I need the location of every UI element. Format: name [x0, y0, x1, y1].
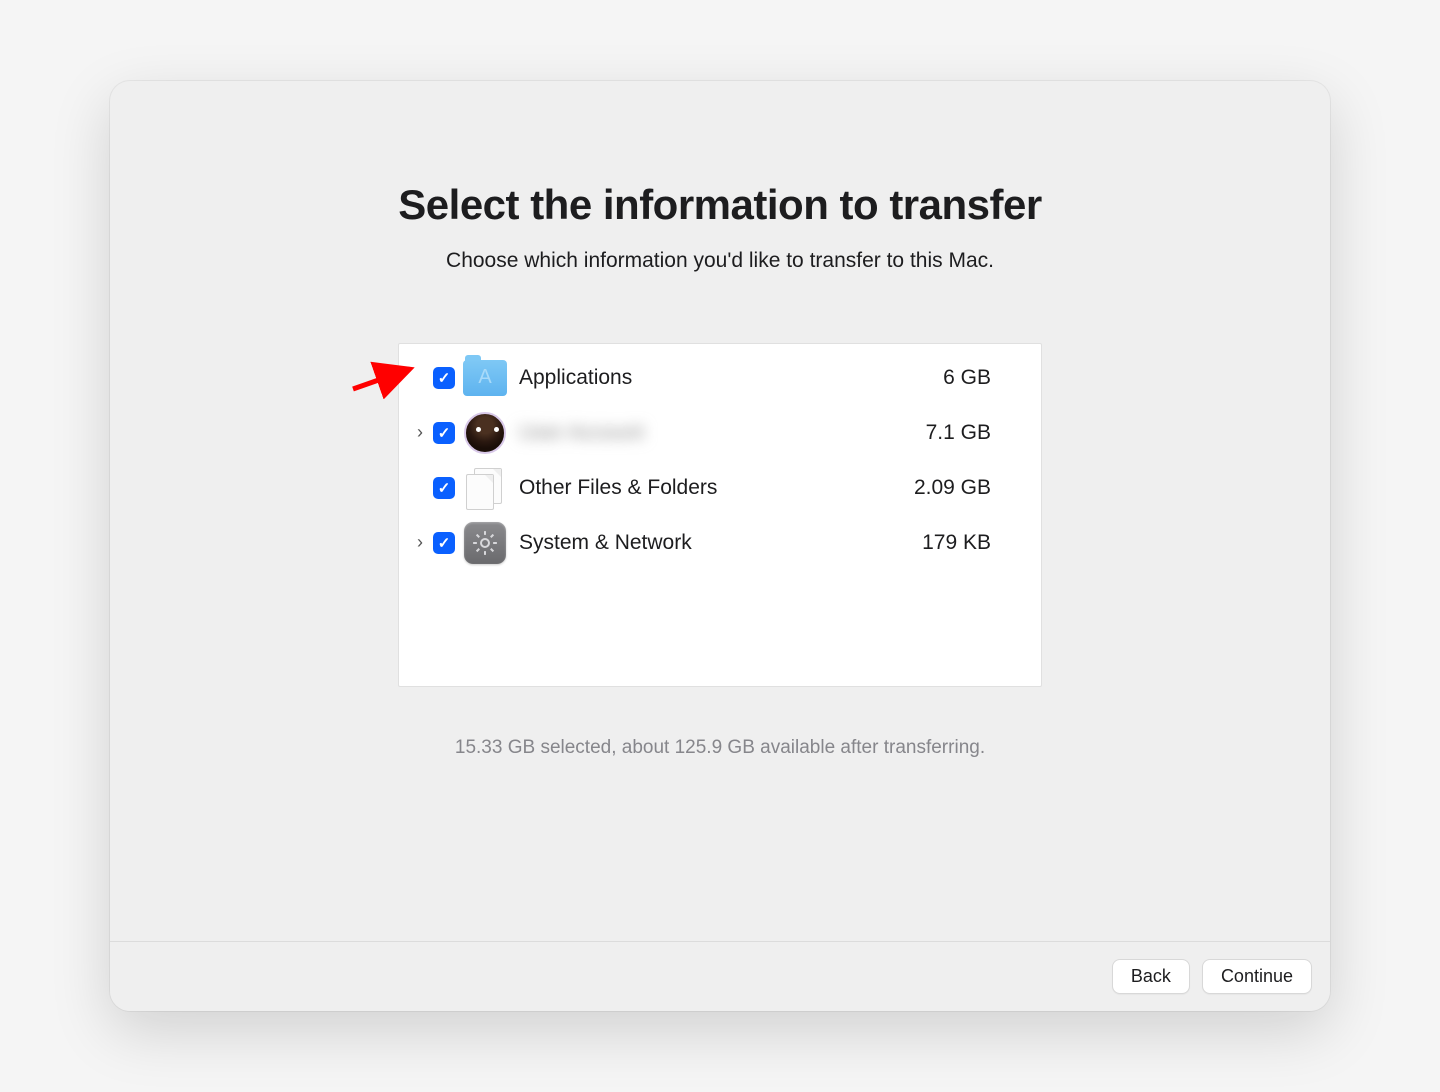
checkbox-other-files[interactable]: ✓ [433, 477, 455, 499]
checkbox-applications[interactable]: ✓ [433, 367, 455, 389]
documents-icon [463, 466, 507, 510]
status-text: 15.33 GB selected, about 125.9 GB availa… [455, 737, 985, 759]
back-button[interactable]: Back [1112, 959, 1190, 994]
item-label: Applications [519, 366, 891, 390]
item-label: Other Files & Folders [519, 476, 891, 500]
applications-folder-icon: A [463, 356, 507, 400]
item-row-other-files[interactable]: ✓ Other Files & Folders 2.09 GB [399, 460, 1041, 515]
item-label: System & Network [519, 531, 891, 555]
panel-wrapper: ✓ A Applications 6 GB › ✓ U [398, 343, 1042, 687]
migration-assistant-window: Select the information to transfer Choos… [110, 81, 1330, 1011]
expand-chevron-icon[interactable]: › [411, 532, 429, 553]
item-label: User Account [519, 421, 891, 445]
checkmark-icon: ✓ [438, 479, 451, 497]
content-area: Select the information to transfer Choos… [110, 81, 1330, 941]
item-size: 6 GB [891, 366, 991, 390]
system-preferences-icon [463, 521, 507, 565]
checkmark-icon: ✓ [438, 534, 451, 552]
item-row-user[interactable]: › ✓ User Account 7.1 GB [399, 405, 1041, 460]
item-row-system-network[interactable]: › ✓ System & Network 179 KB [399, 515, 1041, 570]
item-size: 7.1 GB [891, 421, 991, 445]
footer-toolbar: Back Continue [110, 941, 1330, 1011]
checkbox-user[interactable]: ✓ [433, 422, 455, 444]
checkbox-system-network[interactable]: ✓ [433, 532, 455, 554]
page-title: Select the information to transfer [398, 181, 1041, 229]
user-avatar-icon [463, 411, 507, 455]
item-size: 179 KB [891, 531, 991, 555]
checkmark-icon: ✓ [438, 369, 451, 387]
expand-chevron-icon[interactable]: › [411, 422, 429, 443]
continue-button[interactable]: Continue [1202, 959, 1312, 994]
checkmark-icon: ✓ [438, 424, 451, 442]
item-size: 2.09 GB [891, 476, 991, 500]
page-subtitle: Choose which information you'd like to t… [446, 249, 994, 273]
transfer-items-panel: ✓ A Applications 6 GB › ✓ U [398, 343, 1042, 687]
item-row-applications[interactable]: ✓ A Applications 6 GB [399, 350, 1041, 405]
